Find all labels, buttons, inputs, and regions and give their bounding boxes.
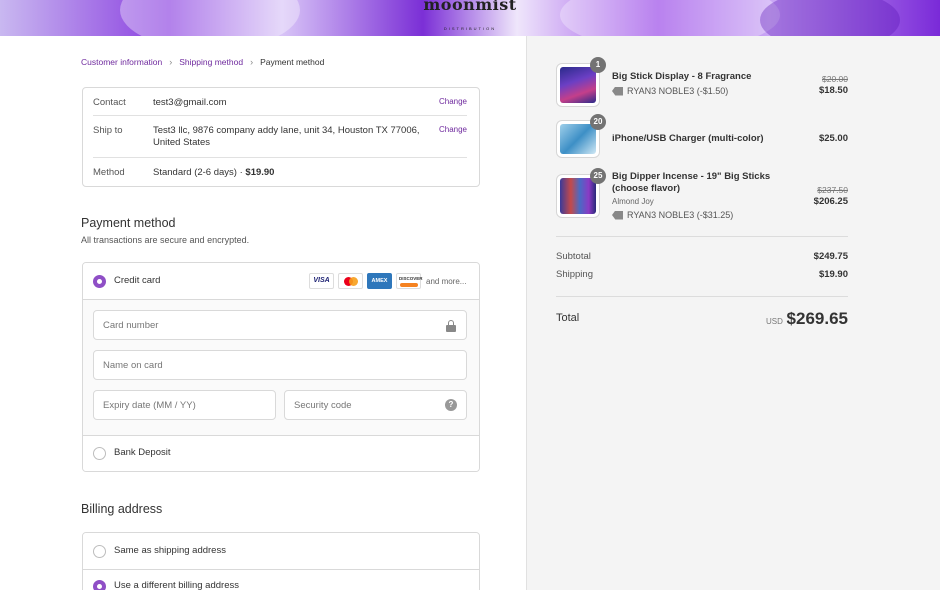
shipping-value: $19.90	[818, 269, 848, 280]
breadcrumb-payment-method: Payment method	[260, 57, 325, 67]
billing-address-title: Billing address	[81, 502, 163, 516]
discover-icon: DISCOVER	[396, 273, 423, 289]
same-address-radio[interactable]	[93, 545, 106, 558]
item-original-price: $20.00	[822, 74, 848, 84]
item-variant: Almond Joy	[612, 197, 654, 206]
amex-icon: AMEX	[367, 273, 392, 289]
product-thumbnail: 20	[556, 114, 606, 158]
card-number-input[interactable]: Card number	[93, 310, 467, 340]
payment-method-title: Payment method	[81, 216, 176, 230]
accepted-cards: VISA AMEX DISCOVER and more...	[309, 273, 466, 289]
subtotal-label: Subtotal	[556, 251, 591, 262]
quantity-badge: 25	[590, 168, 606, 184]
same-address-label: Same as shipping address	[114, 545, 226, 556]
expiry-date-placeholder: Expiry date (MM / YY)	[103, 400, 196, 411]
review-box: Contact test3@gmail.com Change Ship to T…	[82, 87, 480, 187]
quantity-badge: 20	[590, 114, 606, 130]
payment-options: Credit card VISA AMEX DISCOVER and more.…	[82, 262, 480, 472]
breadcrumb-shipping-method[interactable]: Shipping method	[179, 57, 243, 67]
ship-to-value: Test3 llc, 9876 company addy lane, unit …	[153, 125, 420, 148]
ship-to-label: Ship to	[93, 125, 123, 136]
divider	[556, 296, 848, 297]
method-price: $19.90	[245, 167, 275, 178]
method-name: Standard (2-6 days) ·	[153, 167, 246, 178]
mastercard-icon	[338, 273, 363, 289]
security-code-input[interactable]: Security code ?	[284, 390, 467, 420]
divider	[93, 115, 467, 116]
help-icon[interactable]: ?	[445, 399, 457, 411]
total-value: $269.65	[786, 309, 848, 328]
item-original-price: $237.50	[817, 185, 848, 195]
different-address-label: Use a different billing address	[114, 580, 239, 590]
credit-card-option[interactable]: Credit card VISA AMEX DISCOVER and more.…	[83, 263, 479, 300]
breadcrumb: Customer information › Shipping method ›…	[81, 57, 324, 67]
order-item: 1 Big Stick Display - 8 Fragrance RYAN3 …	[556, 57, 848, 109]
different-address-radio[interactable]	[93, 580, 106, 590]
lock-icon	[446, 320, 456, 332]
header-banner: moonmist DISTRIBUTION	[0, 0, 940, 36]
total-label: Total	[556, 312, 580, 324]
discover-text: DISCOVER	[399, 276, 423, 281]
method-label: Method	[93, 167, 125, 178]
item-price: $18.50	[818, 85, 848, 96]
more-cards-text: and more...	[426, 276, 467, 286]
chevron-right-icon: ›	[169, 57, 173, 67]
item-name: Big Stick Display - 8 Fragrance	[612, 71, 752, 82]
brand-logo[interactable]: moonmist	[0, 0, 940, 14]
bank-deposit-option[interactable]: Bank Deposit	[83, 436, 479, 471]
credit-card-radio[interactable]	[93, 275, 106, 288]
product-thumbnail: 25	[556, 168, 606, 218]
method-value: Standard (2-6 days) · $19.90	[153, 167, 274, 179]
name-on-card-input[interactable]: Name on card	[93, 350, 467, 380]
item-discount: RYAN3 NOBLE3 (-$1.50)	[612, 86, 728, 96]
item-discount: RYAN3 NOBLE3 (-$31.25)	[612, 210, 733, 220]
expiry-date-input[interactable]: Expiry date (MM / YY)	[93, 390, 276, 420]
divider	[93, 157, 467, 158]
credit-card-form: Card number Name on card Expiry date (MM…	[83, 300, 479, 436]
item-price: $206.25	[813, 196, 848, 207]
bank-deposit-radio[interactable]	[93, 447, 106, 460]
visa-icon: VISA	[309, 273, 334, 289]
total-currency: USD	[766, 317, 783, 326]
order-item: 20 iPhone/USB Charger (multi-color) $25.…	[556, 114, 848, 160]
tag-icon	[612, 86, 623, 96]
item-name: iPhone/USB Charger (multi-color)	[612, 133, 764, 144]
divider	[556, 236, 848, 237]
chevron-right-icon: ›	[250, 57, 254, 67]
item-discount-text: RYAN3 NOBLE3 (-$1.50)	[627, 86, 729, 96]
billing-options: Same as shipping address Use a different…	[82, 532, 480, 590]
subtotal-value: $249.75	[813, 251, 848, 262]
shipping-label: Shipping	[556, 269, 593, 280]
credit-card-label: Credit card	[114, 275, 161, 286]
quantity-badge: 1	[590, 57, 606, 73]
name-on-card-placeholder: Name on card	[103, 360, 163, 371]
bank-deposit-label: Bank Deposit	[114, 447, 171, 458]
item-price: $25.00	[818, 133, 848, 144]
visa-text: VISA	[313, 277, 330, 284]
amex-text: AMEX	[371, 278, 388, 284]
brand-logo-subtitle: DISTRIBUTION	[443, 26, 497, 31]
change-ship-to-link[interactable]: Change	[439, 125, 467, 134]
change-contact-link[interactable]: Change	[439, 97, 467, 106]
tag-icon	[612, 210, 623, 220]
card-number-placeholder: Card number	[103, 320, 159, 331]
item-discount-text: RYAN3 NOBLE3 (-$31.25)	[627, 210, 734, 220]
breadcrumb-customer-information[interactable]: Customer information	[81, 57, 162, 67]
item-name: Big Dipper Incense - 19" Big Sticks (cho…	[612, 171, 771, 194]
checkout-main: Customer information › Shipping method ›…	[0, 36, 526, 590]
contact-value: test3@gmail.com	[153, 97, 227, 108]
product-thumbnail: 1	[556, 57, 606, 107]
order-item: 25 Big Dipper Incense - 19" Big Sticks (…	[556, 168, 848, 220]
security-code-placeholder: Security code	[294, 400, 352, 411]
different-address-option[interactable]: Use a different billing address	[83, 570, 479, 590]
contact-label: Contact	[93, 97, 126, 108]
same-address-option[interactable]: Same as shipping address	[83, 533, 479, 570]
payment-method-subtitle: All transactions are secure and encrypte…	[81, 235, 250, 245]
